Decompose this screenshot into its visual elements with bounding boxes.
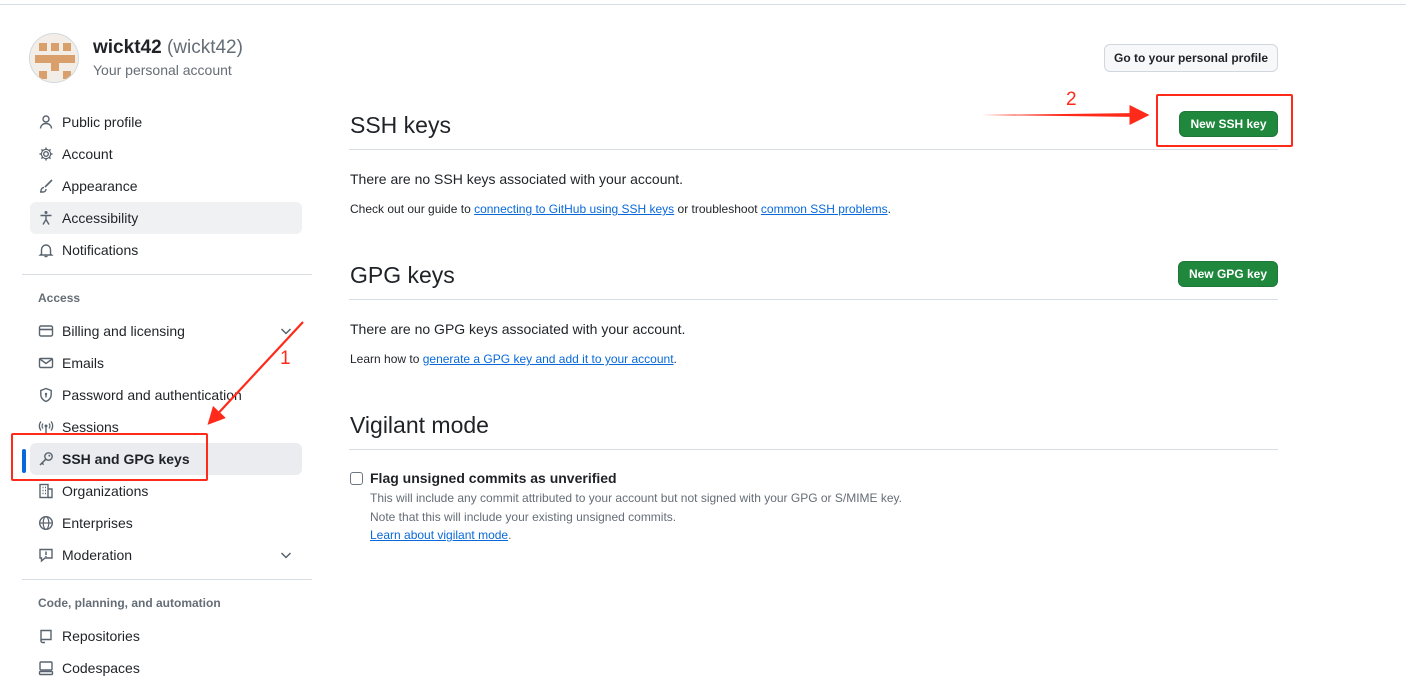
sidebar-item-notifications[interactable]: Notifications bbox=[30, 234, 302, 266]
vigilant-checkbox-row[interactable]: Flag unsigned commits as unverified bbox=[350, 470, 617, 486]
flag-unsigned-label[interactable]: Flag unsigned commits as unverified bbox=[370, 470, 617, 486]
sidebar-item-accessibility[interactable]: Accessibility bbox=[30, 202, 302, 234]
bell-icon bbox=[38, 242, 54, 258]
sidebar-item-label: Moderation bbox=[62, 547, 133, 563]
sidebar-item-password-authentication[interactable]: Password and authentication bbox=[30, 379, 302, 411]
report-icon bbox=[38, 547, 54, 563]
profile-header: wickt42 (wickt42) Your personal account bbox=[29, 33, 243, 83]
sidebar-item-public-profile[interactable]: Public profile bbox=[30, 106, 302, 138]
annotation-box-ssh-gpg-item bbox=[11, 433, 208, 481]
sidebar-item-enterprises[interactable]: Enterprises bbox=[30, 507, 302, 539]
vigilant-mode-title: Vigilant mode bbox=[350, 412, 489, 438]
gpg-empty-message: There are no GPG keys associated with yo… bbox=[350, 321, 686, 337]
ssh-guide-prefix: Check out our guide to bbox=[350, 202, 475, 216]
vigilant-learn-suffix: . bbox=[508, 528, 512, 542]
gpg-learn-link[interactable]: generate a GPG key and add it to your ac… bbox=[423, 352, 674, 366]
repo-icon bbox=[38, 628, 54, 644]
sidebar-item-label: Enterprises bbox=[62, 515, 133, 531]
vigilant-section-header: Vigilant mode bbox=[349, 402, 1278, 450]
sidebar-item-label: Password and authentication bbox=[62, 387, 242, 403]
gpg-section-header: GPG keys bbox=[349, 252, 1278, 300]
codespaces-icon bbox=[38, 660, 54, 676]
go-to-profile-button[interactable]: Go to your personal profile bbox=[1104, 44, 1278, 72]
avatar[interactable] bbox=[29, 33, 79, 83]
chevron-down-icon[interactable] bbox=[278, 547, 294, 563]
gear-icon bbox=[38, 146, 54, 162]
gpg-learn-suffix: . bbox=[673, 352, 677, 366]
sidebar-heading-access: Access bbox=[38, 291, 81, 305]
sidebar-item-appearance[interactable]: Appearance bbox=[30, 170, 302, 202]
credit-card-icon bbox=[38, 323, 54, 339]
person-icon bbox=[38, 114, 54, 130]
shield-lock-icon bbox=[38, 387, 54, 403]
sidebar-divider bbox=[22, 274, 312, 275]
sidebar-item-repositories[interactable]: Repositories bbox=[30, 620, 302, 652]
sidebar-item-billing[interactable]: Billing and licensing bbox=[30, 315, 302, 347]
sidebar-item-emails[interactable]: Emails bbox=[30, 347, 302, 379]
sidebar-divider bbox=[22, 579, 312, 580]
sidebar-item-label: Appearance bbox=[62, 178, 138, 194]
new-gpg-key-button[interactable]: New GPG key bbox=[1178, 261, 1278, 287]
user-handle: (wickt42) bbox=[166, 37, 243, 58]
ssh-guide-link[interactable]: connecting to GitHub using SSH keys bbox=[474, 202, 674, 216]
mail-icon bbox=[38, 355, 54, 371]
ssh-keys-title: SSH keys bbox=[350, 112, 451, 138]
top-border bbox=[0, 4, 1406, 5]
organization-icon bbox=[38, 483, 54, 499]
settings-sidebar: Public profile Account Appearance Access… bbox=[22, 106, 312, 684]
sidebar-item-label: Notifications bbox=[62, 242, 139, 258]
profile-name[interactable]: wickt42 (wickt42) bbox=[93, 37, 243, 59]
globe-icon bbox=[38, 515, 54, 531]
sidebar-item-label: Organizations bbox=[62, 483, 149, 499]
sidebar-item-label: Accessibility bbox=[62, 210, 139, 226]
flag-unsigned-checkbox[interactable] bbox=[350, 471, 363, 485]
vigilant-note-1: This will include any commit attributed … bbox=[370, 491, 903, 505]
sidebar-item-label: Repositories bbox=[62, 628, 140, 644]
vigilant-note-2: Note that this will include your existin… bbox=[370, 510, 677, 524]
vigilant-learn-text: Learn about vigilant mode. bbox=[370, 528, 511, 542]
ssh-guide-middle: or troubleshoot bbox=[674, 202, 761, 216]
annotation-step-1: 1 bbox=[280, 348, 291, 369]
ssh-section-header: SSH keys bbox=[349, 102, 1278, 150]
sidebar-item-codespaces[interactable]: Codespaces bbox=[30, 652, 302, 684]
gpg-learn-text: Learn how to generate a GPG key and add … bbox=[350, 352, 677, 366]
chevron-down-icon[interactable] bbox=[278, 323, 294, 339]
sidebar-item-label: Emails bbox=[62, 355, 105, 371]
username: wickt42 bbox=[93, 37, 162, 58]
gpg-keys-title: GPG keys bbox=[350, 262, 455, 288]
vigilant-learn-link[interactable]: Learn about vigilant mode bbox=[370, 528, 508, 542]
ssh-empty-message: There are no SSH keys associated with yo… bbox=[350, 171, 684, 187]
sidebar-heading-code-planning: Code, planning, and automation bbox=[38, 596, 221, 610]
sidebar-item-account[interactable]: Account bbox=[30, 138, 302, 170]
annotation-box-new-ssh-key bbox=[1156, 94, 1293, 147]
ssh-guide-suffix: . bbox=[887, 202, 891, 216]
annotation-step-2: 2 bbox=[1066, 89, 1077, 110]
paintbrush-icon bbox=[38, 178, 54, 194]
ssh-troubleshoot-link[interactable]: common SSH problems bbox=[761, 202, 888, 216]
gpg-learn-prefix: Learn how to bbox=[350, 352, 423, 366]
sidebar-item-label: Account bbox=[62, 146, 113, 162]
identicon-icon bbox=[30, 34, 78, 82]
sidebar-item-label: Public profile bbox=[62, 114, 143, 130]
sidebar-item-label: Billing and licensing bbox=[62, 323, 185, 339]
accessibility-icon bbox=[38, 210, 54, 226]
sidebar-item-label: Codespaces bbox=[62, 660, 140, 676]
ssh-guide-text: Check out our guide to connecting to Git… bbox=[350, 202, 891, 216]
sidebar-item-moderation[interactable]: Moderation bbox=[30, 539, 302, 571]
profile-subtitle: Your personal account bbox=[93, 62, 232, 78]
